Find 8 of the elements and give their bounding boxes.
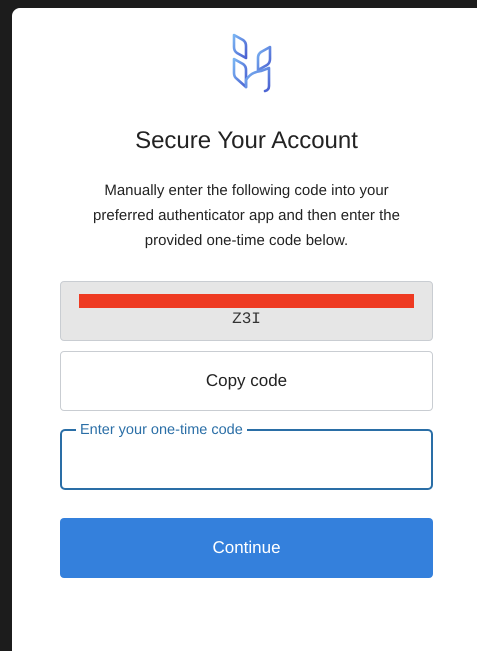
otp-field-label: Enter your one-time code bbox=[79, 422, 244, 438]
instructions-text: Manually enter the following code into your preferred authenticator app and then enter the provided one-time code below. bbox=[92, 181, 401, 251]
continue-button[interactable]: Continue bbox=[60, 518, 433, 578]
secret-code-text: Z3I bbox=[232, 310, 261, 328]
page-title: Secure Your Account bbox=[134, 127, 359, 155]
otp-input-field[interactable]: Enter your one-time code bbox=[60, 422, 433, 490]
copy-code-button[interactable]: Copy code bbox=[60, 351, 433, 411]
wheat-logo-icon bbox=[230, 32, 272, 94]
